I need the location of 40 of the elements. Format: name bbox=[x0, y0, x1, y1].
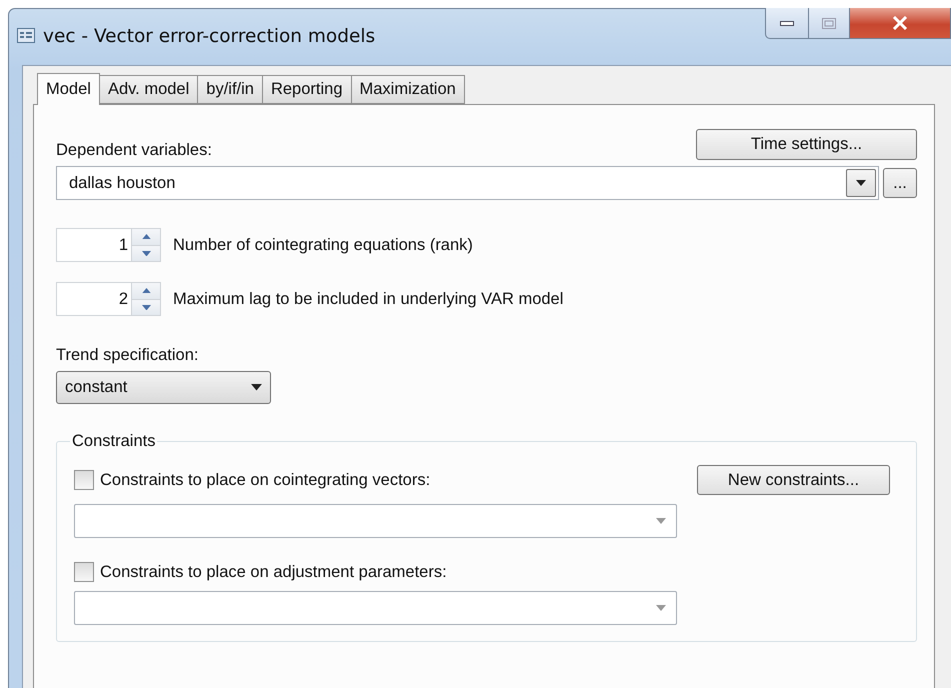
tab[interactable]: Model bbox=[37, 73, 100, 105]
dropdown-arrow-icon bbox=[656, 518, 666, 524]
number-spinner[interactable]: 1 bbox=[56, 228, 161, 262]
tab[interactable]: Maximization bbox=[350, 75, 465, 104]
dependent-variables-field[interactable]: dallas houston bbox=[56, 166, 879, 200]
window-icon bbox=[17, 28, 35, 43]
close-button[interactable] bbox=[850, 8, 951, 39]
new-constraints-button[interactable]: New constraints... bbox=[697, 465, 890, 495]
field-label: Dependent variables: bbox=[56, 141, 212, 160]
dropdown-arrow-icon bbox=[856, 180, 866, 186]
constraints-dropdown[interactable] bbox=[74, 591, 677, 625]
down-arrow-icon bbox=[142, 250, 150, 256]
time-settings-button[interactable]: Time settings... bbox=[696, 129, 917, 160]
maximize-icon bbox=[822, 18, 836, 28]
checkbox-label: Constraints to place on adjustment parameters: bbox=[100, 562, 447, 582]
checkbox-label: Constraints to place on cointegrating vectors: bbox=[100, 470, 430, 490]
spinner-label: Maximum lag to be included in underlying VAR model bbox=[173, 290, 564, 308]
tab[interactable]: Adv. model bbox=[98, 75, 198, 104]
checkbox[interactable] bbox=[74, 470, 94, 490]
tab[interactable]: by/if/in bbox=[197, 75, 263, 104]
dropdown-arrow-icon bbox=[656, 605, 666, 611]
trend-dropdown[interactable]: constant bbox=[56, 371, 271, 404]
window-title: vec - Vector error-correction models bbox=[43, 26, 376, 47]
down-arrow-icon bbox=[142, 304, 150, 310]
checkbox[interactable] bbox=[74, 562, 94, 582]
up-arrow-icon bbox=[142, 234, 150, 240]
spinner-label: Number of cointegrating equations (rank) bbox=[173, 236, 473, 254]
close-icon bbox=[892, 16, 908, 30]
minimize-button[interactable] bbox=[765, 8, 809, 39]
group-title: Constraints bbox=[71, 432, 156, 451]
constraints-dropdown[interactable] bbox=[74, 504, 677, 538]
tab[interactable]: Reporting bbox=[262, 75, 352, 104]
dropdown-arrow-icon bbox=[251, 384, 262, 391]
minimize-icon bbox=[780, 20, 794, 26]
dropdown-button[interactable] bbox=[846, 169, 876, 197]
up-arrow-icon bbox=[142, 288, 150, 294]
field-value: dallas houston bbox=[69, 174, 176, 192]
browse-button[interactable]: ... bbox=[883, 168, 917, 198]
number-spinner[interactable]: 2 bbox=[56, 282, 161, 316]
field-label: Trend specification: bbox=[56, 346, 200, 365]
